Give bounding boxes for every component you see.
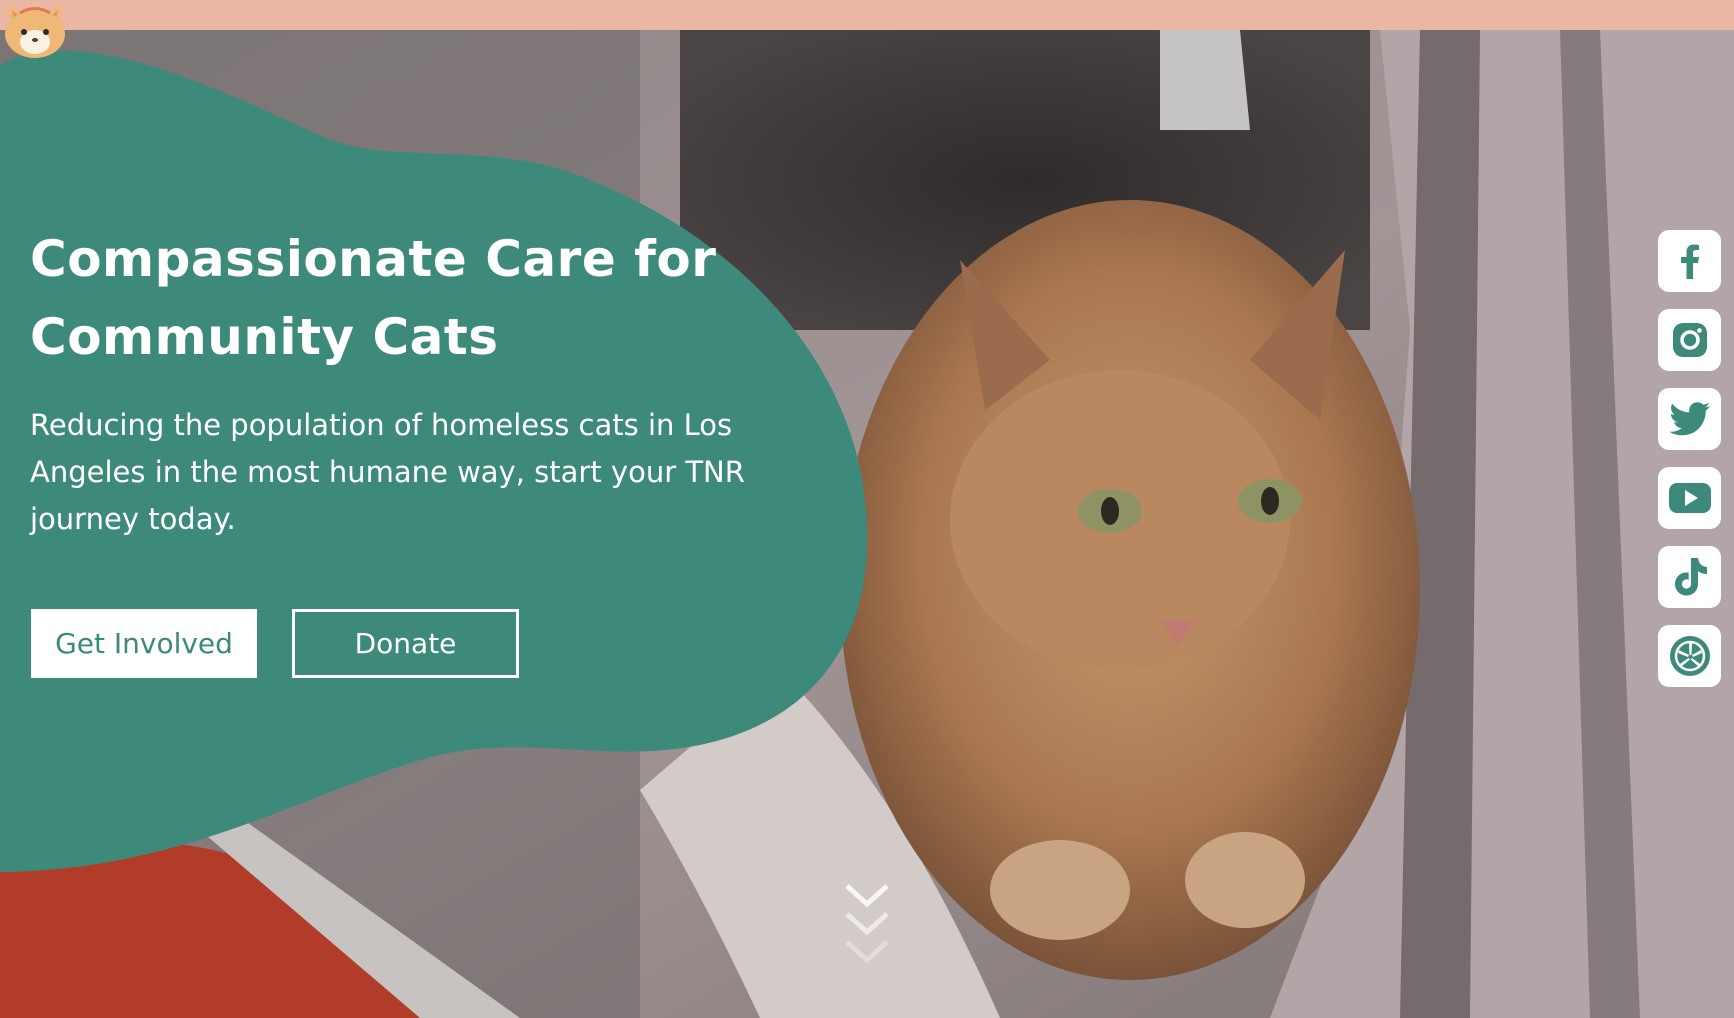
get-involved-button[interactable]: Get Involved (31, 609, 257, 678)
social-links (1658, 230, 1722, 704)
instagram-link[interactable] (1658, 309, 1721, 371)
yelp-link[interactable] (1658, 625, 1721, 687)
facebook-link[interactable] (1658, 230, 1721, 292)
yelp-icon (1669, 636, 1710, 676)
youtube-link[interactable] (1658, 467, 1721, 529)
hero-description: Reducing the population of homeless cats… (30, 408, 745, 536)
tiktok-icon (1674, 558, 1707, 596)
facebook-icon (1680, 244, 1699, 279)
top-bar (0, 0, 1734, 30)
scroll-down-indicator[interactable] (843, 882, 891, 974)
hero-headline: Compassionate Care for Community Cats (30, 230, 717, 366)
youtube-icon (1668, 483, 1711, 513)
chevron-down-icon (845, 884, 889, 964)
twitter-link[interactable] (1658, 388, 1721, 450)
donate-button[interactable]: Donate (292, 609, 519, 678)
instagram-icon (1672, 323, 1707, 357)
twitter-icon (1668, 402, 1710, 436)
tiktok-link[interactable] (1658, 546, 1721, 608)
cat-logo[interactable] (2, 0, 68, 58)
hero-section: Compassionate Care for Community Cats Re… (0, 30, 1734, 1018)
